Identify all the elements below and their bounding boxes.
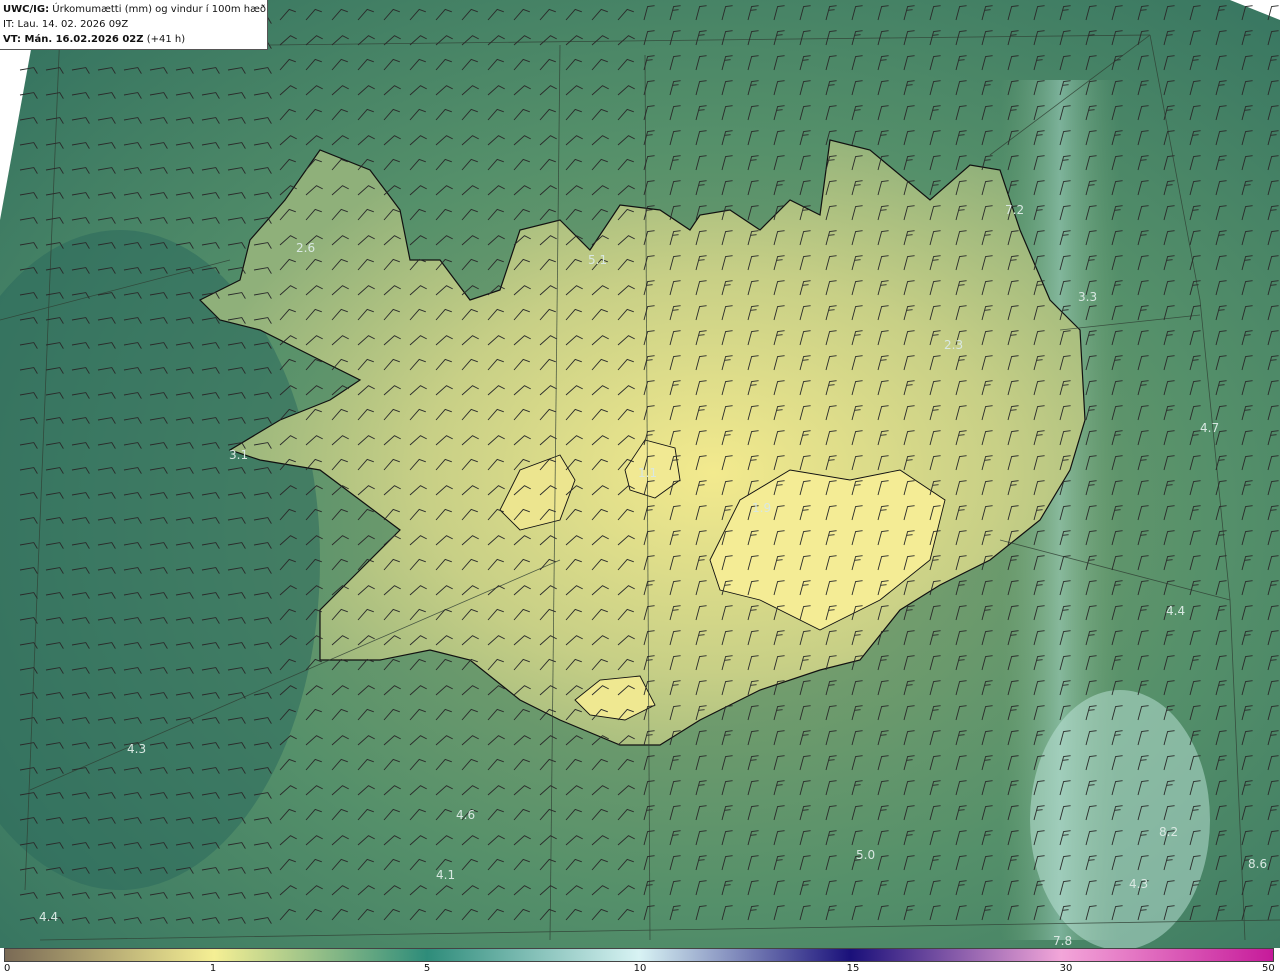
colorbar-tick: 5: [423, 963, 431, 974]
map-canvas: 5.1 7.2 3.3 2.3 2.6 3.1 4.7 4.4 4.3 4.6 …: [0, 0, 1280, 948]
map-value-label: 4.6: [456, 808, 475, 822]
map-value-label: 7.8: [1053, 934, 1072, 948]
map-value-label: 3.1: [229, 448, 248, 462]
map-value-label: 1.1: [638, 466, 657, 480]
valid-time: VT: Mán. 16.02.2026 02Z: [3, 34, 144, 45]
colorbar-tick: 50: [1262, 963, 1275, 974]
colorbar-tick: 15: [846, 963, 860, 974]
map-value-label: 4.4: [1166, 604, 1185, 618]
southeast-precip-patch: [1030, 690, 1210, 948]
map-title: Úrkomumætti (mm) og vindur í 100m hæð: [52, 4, 267, 15]
map-value-label: 8.6: [1248, 857, 1267, 871]
map-value-label: 3.3: [1078, 290, 1097, 304]
map-value-label: 4.1: [436, 868, 455, 882]
colorbar: [4, 948, 1274, 962]
map-value-label: 4.3: [1129, 877, 1148, 891]
colorbar-tick: 0: [4, 963, 11, 974]
map-value-label: 7.2: [1005, 203, 1024, 217]
title-line: UWC/IG: Úrkomumætti (mm) og vindur í 100…: [3, 2, 267, 17]
issue-time: IT: Lau. 14. 02. 2026 09Z: [3, 19, 129, 30]
valid-time-line: VT: Mán. 16.02.2026 02Z (+41 h): [3, 32, 267, 47]
colorbar-tick: 30: [1059, 963, 1073, 974]
map-value-label: 4.3: [127, 742, 146, 756]
product-code: UWC/IG:: [3, 4, 50, 15]
map-value-label: 1.9: [752, 501, 771, 515]
map-value-label: 5.0: [856, 848, 875, 862]
colorbar-tick: 1: [209, 963, 217, 974]
lead-time: (+41 h): [146, 34, 186, 45]
map-value-label: 8.2: [1159, 825, 1178, 839]
map-value-label: 4.4: [39, 910, 58, 924]
map-value-label: 4.7: [1200, 421, 1219, 435]
colorbar-tick: 10: [633, 963, 647, 974]
colorbar-labels: 0 1 5 10 15 30 50: [0, 963, 1280, 978]
map-value-label: 2.6: [296, 241, 315, 255]
forecast-map: 5.1 7.2 3.3 2.3 2.6 3.1 4.7 4.4 4.3 4.6 …: [0, 0, 1280, 948]
map-value-label: 5.1: [588, 253, 607, 267]
info-box: UWC/IG: Úrkomumætti (mm) og vindur í 100…: [0, 0, 268, 50]
map-value-label: 2.3: [944, 338, 963, 352]
